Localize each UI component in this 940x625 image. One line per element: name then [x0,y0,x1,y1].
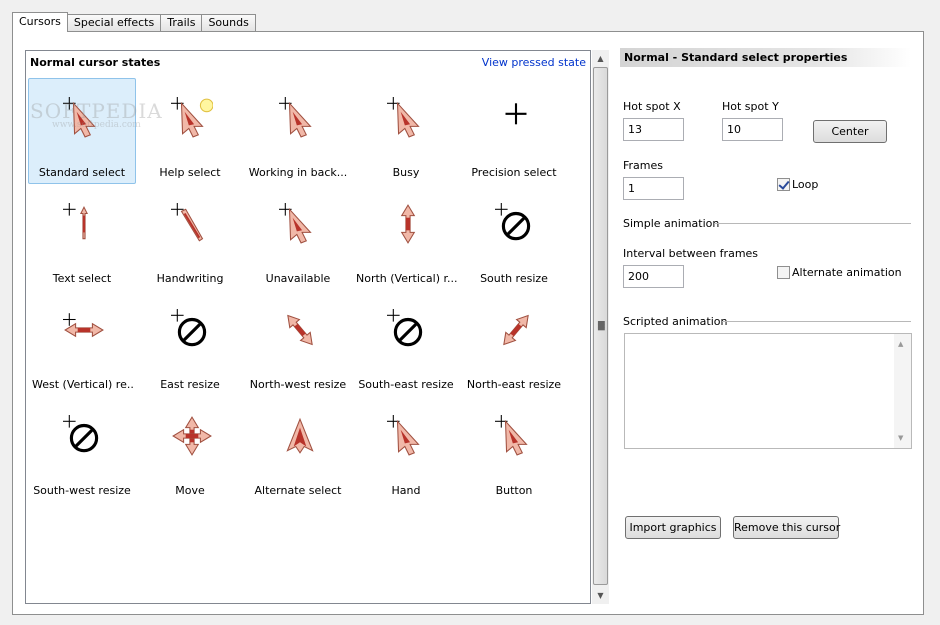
cursor-cell-label: Precision select [471,166,557,179]
crosshair-icon [505,103,527,125]
alternate-animation-checkbox[interactable] [777,266,790,279]
cursor-cell-label: Handwriting [156,272,224,285]
simple-animation-label: Simple animation [623,217,720,230]
diagonal-ne-resize-icon [503,314,529,346]
help-cursor-icon [171,97,213,138]
textarea-scroll-down-icon[interactable]: ▼ [898,434,903,442]
center-button[interactable]: Center [813,120,887,143]
cursor-cell[interactable]: North (Vertical) r... [352,184,460,290]
textarea-scroll-up-icon[interactable]: ▲ [898,340,903,348]
cursor-cell[interactable]: Text select [28,184,136,290]
scroll-up-icon[interactable]: ▲ [592,50,609,67]
cursor-cell-label: Standard select [38,166,126,179]
no-cursor-icon [171,309,207,347]
cursor-cell-label: Hand [391,484,421,497]
cursor-cell[interactable]: South-east resize [352,290,460,396]
no-cursor-icon [63,415,99,453]
cursor-cell[interactable]: North-west resize [244,290,352,396]
cursor-cell[interactable]: Working in back... [244,78,352,184]
vertical-resize-icon [400,204,416,244]
busy-cursor-icon [387,97,420,138]
cursor-cell-label: North-west resize [249,378,347,391]
cursor-cell[interactable]: Handwriting [136,184,244,290]
loop-label: Loop [792,178,819,191]
hotspot-x-label: Hot spot X [623,100,681,113]
cursor-cell[interactable]: Unavailable [244,184,352,290]
cursor-cell[interactable]: Busy [352,78,460,184]
cursor-cell-label: Alternate select [254,484,342,497]
move-cursor-icon [172,416,212,456]
no-cursor-icon [387,309,423,347]
cursor-cell-label: South resize [480,272,548,285]
scrollbar-thumb[interactable]: ▬ ▬ ▬ [593,67,608,585]
frames-input[interactable]: 1 [623,177,684,200]
cursor-cell-label: Help select [159,166,221,179]
cursor-cell[interactable]: East resize [136,290,244,396]
text-cursor-icon [63,203,88,240]
alternate-animation-label: Alternate animation [792,266,902,279]
tab-trails[interactable]: Trails [160,14,203,32]
cursor-cell[interactable]: Hand [352,396,460,502]
simple-animation-divider [714,223,911,224]
tab-special-effects[interactable]: Special effects [66,14,162,32]
textarea-scrollbar[interactable]: ▲ ▼ [894,334,911,448]
cursor-cell[interactable]: South resize [460,184,568,290]
import-graphics-button[interactable]: Import graphics [625,516,721,539]
scripted-animation-label: Scripted animation [623,315,728,328]
grip-icon: ▬ ▬ ▬ [597,318,606,334]
cursor-cell[interactable]: Move [136,396,244,502]
watermark: SOFTPEDIA www.softpedia.com [30,99,163,130]
diagonal-nw-resize-icon [287,314,313,346]
loop-checkbox[interactable] [777,178,790,191]
button-cursor-icon [495,415,528,456]
hotspot-y-input[interactable]: 10 [722,118,783,141]
cursor-cell[interactable]: North-east resize [460,290,568,396]
scroll-down-icon[interactable]: ▼ [592,587,609,604]
no-cursor-icon [495,203,531,241]
view-pressed-state-link[interactable]: View pressed state [482,56,586,69]
list-scrollbar[interactable]: ▲ ▬ ▬ ▬ ▼ [592,50,609,604]
scripted-animation-textarea[interactable]: ▲ ▼ [624,333,912,449]
interval-label: Interval between frames [623,247,759,260]
properties-title: Normal - Standard select properties [620,48,911,67]
horizontal-resize-icon [63,313,104,338]
pen-cursor-icon [171,203,204,242]
tab-strip: Cursors Special effects Trails Sounds [12,12,256,32]
cursor-cell[interactable]: Help select [136,78,244,184]
cursor-cell-label: Unavailable [265,272,331,285]
frames-label: Frames [623,159,664,172]
working-cursor-icon [279,97,312,138]
cursor-cell-label: North-east resize [466,378,562,391]
unavailable-cursor-icon [279,203,312,244]
hotspot-x-input[interactable]: 13 [623,118,684,141]
hand-cursor-icon [387,415,420,456]
cursor-cell-label: South-west resize [33,484,131,497]
cursor-cell-label: West (Vertical) re... [32,378,135,391]
cursor-cell[interactable]: Alternate select [244,396,352,502]
cursor-cell-label: North (Vertical) r... [356,272,458,285]
cursor-cell-label: Move [175,484,205,497]
cursor-cell-label: Button [495,484,533,497]
cursor-list[interactable]: Normal cursor states View pressed state … [25,50,591,604]
interval-input[interactable]: 200 [623,265,684,288]
remove-cursor-button[interactable]: Remove this cursor [733,516,840,539]
cursor-cell-label: South-east resize [358,378,454,391]
cursor-cell[interactable]: South-west resize [28,396,136,502]
scripted-animation-divider [722,321,911,322]
cursor-cell[interactable]: Button [460,396,568,502]
cursor-cell-label: Text select [52,272,112,285]
tab-sounds[interactable]: Sounds [201,14,256,32]
up-arrow-cursor-icon [286,417,314,454]
cursor-cell[interactable]: Precision select [460,78,568,184]
cursor-cell[interactable]: Standard select [28,78,136,184]
cursor-cell-label: East resize [160,378,220,391]
cursor-cell-label: Busy [392,166,420,179]
cursor-cell[interactable]: West (Vertical) re... [28,290,136,396]
tab-cursors[interactable]: Cursors [12,12,68,32]
hotspot-y-label: Hot spot Y [722,100,779,113]
list-title: Normal cursor states [30,56,161,69]
cursor-cell-label: Working in back... [248,166,348,179]
